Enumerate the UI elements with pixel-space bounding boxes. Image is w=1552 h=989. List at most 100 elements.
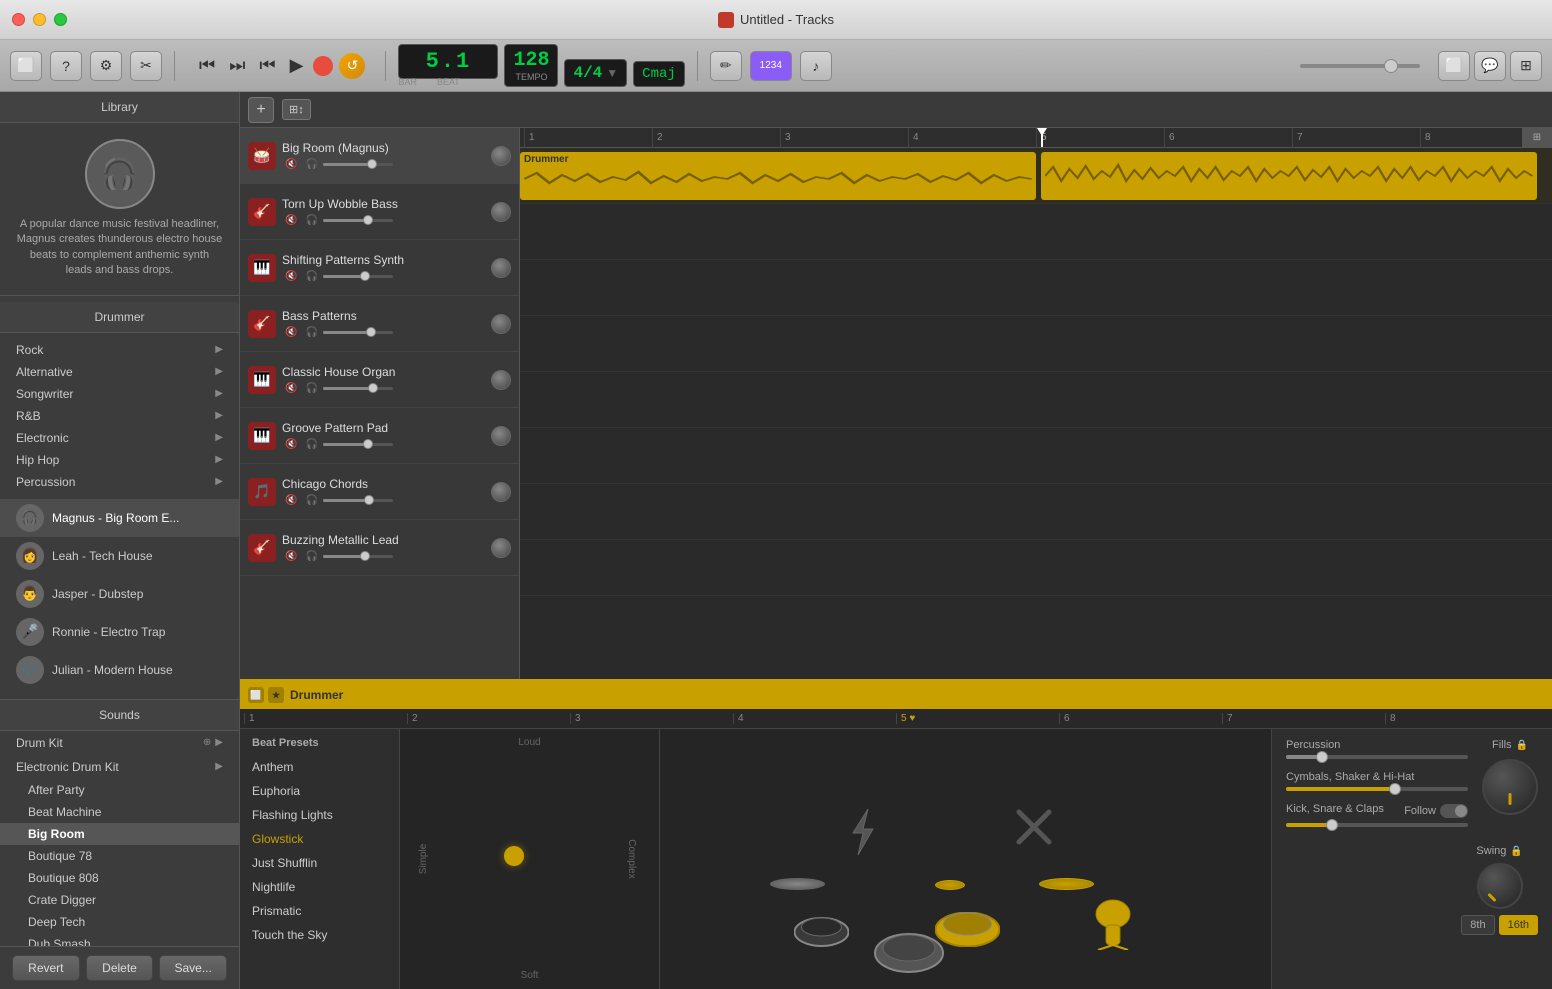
preset-touch-the-sky[interactable]: Touch the Sky (240, 923, 399, 947)
time-sig-display[interactable]: 4/4 ▼ (564, 59, 627, 87)
preset-glowstick[interactable]: Glowstick (240, 827, 399, 851)
sound-after-party[interactable]: After Party (0, 779, 239, 801)
track-row-0[interactable]: 🥁 Big Room (Magnus) 🔇 🎧 (240, 128, 519, 184)
add-track-button[interactable]: + (248, 97, 274, 123)
track-row-1[interactable]: 🎸 Torn Up Wobble Bass 🔇 🎧 (240, 184, 519, 240)
sound-boutique-808[interactable]: Boutique 808 (0, 867, 239, 889)
preset-nightlife[interactable]: Nightlife (240, 875, 399, 899)
preset-flashing-lights[interactable]: Flashing Lights (240, 803, 399, 827)
kit-bass-drum[interactable] (874, 933, 944, 976)
piano-button[interactable]: ♪ (800, 51, 832, 81)
mute-0[interactable]: 🔇 (282, 158, 300, 171)
pad-position-dot[interactable] (504, 846, 524, 866)
fills-knob[interactable] (1482, 759, 1538, 815)
volume-slider-7[interactable] (323, 555, 393, 558)
editor-icon-2[interactable]: ★ (268, 687, 284, 703)
volume-slider-0[interactable] (323, 163, 393, 166)
minimize-button[interactable] (33, 13, 46, 26)
percussion-slider[interactable] (1286, 755, 1468, 759)
window-controls[interactable] (12, 13, 67, 26)
pencil-button[interactable]: ✏ (710, 51, 742, 81)
note-16th-button[interactable]: 16th (1499, 915, 1538, 935)
follow-switch[interactable] (1440, 804, 1468, 818)
genre-rock[interactable]: Rock ▶ (0, 339, 239, 361)
tempo-display[interactable]: 128 TEMPO (504, 44, 558, 87)
mute-6[interactable]: 🔇 (282, 494, 300, 507)
volume-slider-5[interactable] (323, 443, 393, 446)
headphones-0[interactable]: 🎧 (302, 158, 320, 171)
genre-electronic[interactable]: Electronic ▶ (0, 427, 239, 449)
headphones-5[interactable]: 🎧 (302, 438, 320, 451)
preset-anthem[interactable]: Anthem (240, 755, 399, 779)
mute-4[interactable]: 🔇 (282, 382, 300, 395)
track-dial-2[interactable] (491, 258, 511, 278)
timeline-row-5[interactable] (520, 428, 1552, 484)
export-button[interactable]: ⬜ (1438, 51, 1470, 81)
volume-slider-3[interactable] (323, 331, 393, 334)
track-dial-1[interactable] (491, 202, 511, 222)
kit-cymbal-center[interactable] (935, 880, 965, 890)
revert-button[interactable]: Revert (12, 955, 80, 981)
close-button[interactable] (12, 13, 25, 26)
grid-button[interactable]: ⊞ (1510, 51, 1542, 81)
track-row-7[interactable]: 🎸 Buzzing Metallic Lead 🔇 🎧 (240, 520, 519, 576)
mute-3[interactable]: 🔇 (282, 326, 300, 339)
loop-button[interactable]: ↺ (339, 53, 365, 79)
preset-prismatic[interactable]: Prismatic (240, 899, 399, 923)
segment-0a[interactable]: Drummer (520, 152, 1036, 200)
drummer-jasper[interactable]: 👨 Jasper - Dubstep (0, 575, 239, 613)
volume-slider-1[interactable] (323, 219, 393, 222)
drummer-julian[interactable]: 🎶 Julian - Modern House (0, 651, 239, 689)
performance-pad[interactable]: Loud Soft Simple Complex (400, 729, 660, 989)
volume-slider-4[interactable] (323, 387, 393, 390)
track-row-3[interactable]: 🎸 Bass Patterns 🔇 🎧 (240, 296, 519, 352)
settings-button[interactable]: ⚙ (90, 51, 122, 81)
timeline-row-6[interactable] (520, 484, 1552, 540)
sound-dub-smash[interactable]: Dub Smash (0, 933, 239, 946)
genre-percussion[interactable]: Percussion ▶ (0, 471, 239, 493)
timeline-row-2[interactable] (520, 260, 1552, 316)
drummer-magnus[interactable]: 🎧 Magnus - Big Room E... (0, 499, 239, 537)
track-row-5[interactable]: 🎹 Groove Pattern Pad 🔇 🎧 (240, 408, 519, 464)
preset-just-shufflin[interactable]: Just Shufflin (240, 851, 399, 875)
editor-icon-1[interactable]: ⬜ (248, 687, 264, 703)
kit-tom-left[interactable] (794, 917, 849, 950)
sound-crate-digger[interactable]: Crate Digger (0, 889, 239, 911)
sound-deep-tech[interactable]: Deep Tech (0, 911, 239, 933)
share-button[interactable]: 💬 (1474, 51, 1506, 81)
help-button[interactable]: ? (50, 51, 82, 81)
save-button[interactable]: Save... (159, 955, 227, 981)
mute-7[interactable]: 🔇 (282, 550, 300, 563)
timeline-row-7[interactable] (520, 540, 1552, 596)
track-dial-4[interactable] (491, 370, 511, 390)
cymbals-slider[interactable] (1286, 787, 1468, 791)
kit-cymbal-left[interactable] (770, 878, 825, 890)
track-dial-6[interactable] (491, 482, 511, 502)
timeline-row-0[interactable]: Drummer (520, 148, 1552, 204)
track-dial-7[interactable] (491, 538, 511, 558)
kit-hand-icon[interactable] (1088, 895, 1138, 953)
segment-0b[interactable] (1041, 152, 1536, 200)
volume-slider-2[interactable] (323, 275, 393, 278)
timeline-row-4[interactable] (520, 372, 1552, 428)
fills-lock-icon[interactable]: 🔒 (1516, 740, 1528, 751)
note-8th-button[interactable]: 8th (1461, 915, 1494, 935)
genre-hiphop[interactable]: Hip Hop ▶ (0, 449, 239, 471)
timeline-row-3[interactable] (520, 316, 1552, 372)
drummer-leah[interactable]: 👩 Leah - Tech House (0, 537, 239, 575)
kick-slider[interactable] (1286, 823, 1468, 827)
headphones-3[interactable]: 🎧 (302, 326, 320, 339)
swing-lock-icon[interactable]: 🔒 (1510, 846, 1522, 857)
timeline-row-1[interactable] (520, 204, 1552, 260)
headphones-4[interactable]: 🎧 (302, 382, 320, 395)
master-volume[interactable] (1300, 64, 1420, 68)
library-button[interactable]: ⬜ (10, 51, 42, 81)
maximize-button[interactable] (54, 13, 67, 26)
track-row-2[interactable]: 🎹 Shifting Patterns Synth 🔇 🎧 (240, 240, 519, 296)
kit-snare[interactable] (935, 912, 1000, 950)
sound-big-room[interactable]: Big Room (0, 823, 239, 845)
fast-forward-button[interactable]: ⏭ (225, 51, 249, 80)
track-row-6[interactable]: 🎵 Chicago Chords 🔇 🎧 (240, 464, 519, 520)
genre-songwriter[interactable]: Songwriter ▶ (0, 383, 239, 405)
smart-controls-button[interactable]: 1234 (750, 51, 792, 81)
